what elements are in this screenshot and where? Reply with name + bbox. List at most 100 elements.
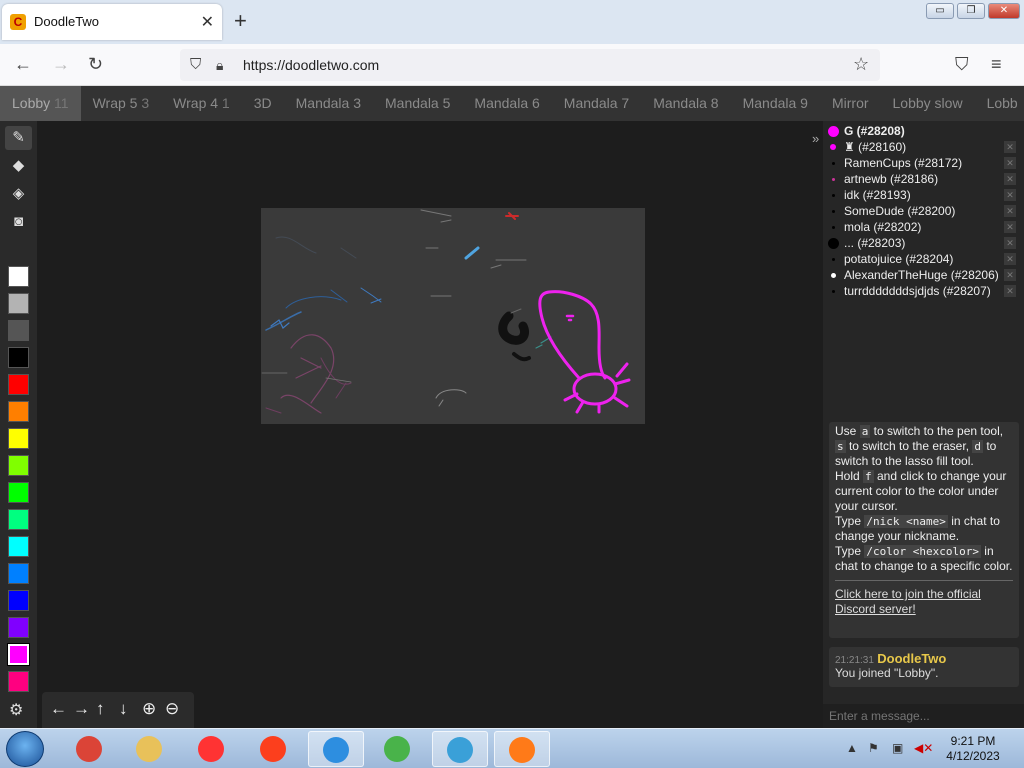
zoom-in-icon[interactable]: ⊕ <box>142 699 156 719</box>
color-swatch[interactable] <box>8 590 29 611</box>
room-tab-3d[interactable]: 3D <box>242 86 284 121</box>
discord-link[interactable]: Click here to join the official Discord … <box>835 587 981 616</box>
taskbar-app-button[interactable] <box>122 731 178 767</box>
shield-icon[interactable]: ⛉ <box>190 55 201 75</box>
room-tab-mandala-6[interactable]: Mandala 6 <box>462 86 551 121</box>
color-swatch[interactable] <box>8 617 29 638</box>
room-tab-wrap-5[interactable]: Wrap 5 3 <box>81 86 162 121</box>
taskbar-app-button[interactable] <box>432 731 488 767</box>
divider <box>835 580 1013 581</box>
settings-gear-icon[interactable]: ⚙ <box>9 700 23 720</box>
doodletwo-favicon-icon: C <box>10 14 26 30</box>
lock-icon[interactable]: 🔒︎ <box>216 55 223 75</box>
pan-right-icon[interactable]: → <box>73 699 90 719</box>
room-tab-mandala-9[interactable]: Mandala 9 <box>731 86 820 121</box>
pen-tool-icon[interactable]: ✎ <box>5 126 32 150</box>
user-name: artnewb (#28186) <box>844 172 939 186</box>
eraser-tool-icon[interactable]: ◆ <box>5 154 32 178</box>
mute-user-close-icon[interactable]: ✕ <box>1004 253 1016 265</box>
mute-user-close-icon[interactable]: ✕ <box>1004 221 1016 233</box>
room-tab-label: Wrap 5 <box>92 95 138 111</box>
menu-icon[interactable]: ≡ <box>991 54 1002 74</box>
room-tab-mandala-8[interactable]: Mandala 8 <box>641 86 730 121</box>
network-icon[interactable]: ▣ <box>892 741 903 755</box>
camera-icon[interactable]: ◙ <box>5 210 32 234</box>
mute-user-close-icon[interactable]: ✕ <box>1004 173 1016 185</box>
zoom-out-icon[interactable]: ⊖ <box>165 699 179 719</box>
back-icon[interactable]: ← <box>14 54 32 74</box>
drawing-canvas-area[interactable] <box>37 121 823 728</box>
system-clock[interactable]: 9:21 PM 4/12/2023 <box>940 734 1006 764</box>
mute-user-close-icon[interactable]: ✕ <box>1004 189 1016 201</box>
taskbar-app-button[interactable] <box>494 731 550 767</box>
room-tab-label: Mandala 3 <box>295 95 362 111</box>
new-tab-button[interactable]: + <box>234 9 247 33</box>
taskbar-app-button[interactable] <box>370 731 426 767</box>
room-tab-mandala-5[interactable]: Mandala 5 <box>373 86 462 121</box>
user-name: RamenCups (#28172) <box>844 156 963 170</box>
tab-close-icon[interactable]: ✕ <box>201 12 214 32</box>
user-name: mola (#28202) <box>844 220 922 234</box>
taskbar-app-button[interactable] <box>308 731 364 767</box>
user-color-dot <box>831 289 835 293</box>
room-tab-mandala-3[interactable]: Mandala 3 <box>284 86 373 121</box>
user-color-dot <box>831 193 835 197</box>
collapse-sidebar-icon[interactable]: » <box>812 131 819 146</box>
start-button[interactable] <box>6 731 44 767</box>
user-color-dot <box>830 272 836 278</box>
color-swatch[interactable] <box>8 536 29 557</box>
mute-user-close-icon[interactable]: ✕ <box>1004 157 1016 169</box>
pan-left-icon[interactable]: ← <box>50 699 67 719</box>
room-tab-mandala-7[interactable]: Mandala 7 <box>552 86 641 121</box>
drawing-canvas[interactable] <box>261 208 645 424</box>
color-swatch[interactable] <box>7 643 30 666</box>
user-name: G (#28208) <box>844 124 905 138</box>
browser-tab[interactable]: C DoodleTwo ✕ <box>2 4 222 40</box>
color-swatch[interactable] <box>8 671 29 692</box>
color-swatch[interactable] <box>8 347 29 368</box>
room-tab-lobb[interactable]: Lobb <box>975 86 1024 121</box>
pan-down-icon[interactable]: ↓ <box>119 699 128 719</box>
color-swatch[interactable] <box>8 374 29 395</box>
mute-user-close-icon[interactable]: ✕ <box>1004 237 1016 249</box>
color-swatch[interactable] <box>8 482 29 503</box>
color-swatch[interactable] <box>8 266 29 287</box>
mute-user-close-icon[interactable]: ✕ <box>1004 269 1016 281</box>
mute-user-close-icon[interactable]: ✕ <box>1004 285 1016 297</box>
mute-user-close-icon[interactable]: ✕ <box>1004 141 1016 153</box>
color-swatch[interactable] <box>8 320 29 341</box>
chat-input[interactable] <box>823 704 1024 728</box>
taskbar-app-button[interactable] <box>246 731 302 767</box>
address-bar[interactable]: ⛉ 🔒︎ https://doodletwo.com ☆ <box>180 49 880 81</box>
color-swatch[interactable] <box>8 455 29 476</box>
user-color-dot <box>831 161 835 165</box>
close-window-button[interactable]: ✕ <box>988 3 1020 19</box>
key-hint: a <box>859 425 871 438</box>
pan-up-icon[interactable]: ↑ <box>96 699 105 719</box>
color-swatch[interactable] <box>8 563 29 584</box>
restore-button[interactable]: ❐ <box>957 3 985 19</box>
room-tab-lobby[interactable]: Lobby 11 <box>0 86 81 121</box>
room-tab-mirror[interactable]: Mirror <box>820 86 881 121</box>
color-swatch[interactable] <box>8 509 29 530</box>
user-color-dot <box>827 237 839 249</box>
minimize-button[interactable]: ▭ <box>926 3 954 19</box>
color-swatch[interactable] <box>8 293 29 314</box>
show-hidden-icons-icon[interactable]: ▲ <box>846 741 858 755</box>
pocket-icon[interactable]: ⛉ <box>955 54 969 74</box>
color-swatch[interactable] <box>8 401 29 422</box>
forward-icon[interactable]: → <box>52 54 70 74</box>
fill-tool-icon[interactable]: ◈ <box>5 182 32 206</box>
url-text[interactable]: https://doodletwo.com <box>243 57 379 73</box>
room-tab-wrap-4[interactable]: Wrap 4 1 <box>161 86 242 121</box>
taskbar-app-button[interactable] <box>62 731 118 767</box>
user-list-item: artnewb (#28186) ✕ <box>823 171 1024 187</box>
action-center-flag-icon[interactable]: ⚑ <box>868 741 879 755</box>
taskbar-app-button[interactable] <box>184 731 240 767</box>
reload-icon[interactable]: ↻ <box>88 54 103 74</box>
volume-muted-icon[interactable]: ◀✕ <box>914 741 933 755</box>
mute-user-close-icon[interactable]: ✕ <box>1004 205 1016 217</box>
room-tab-lobby-slow[interactable]: Lobby slow <box>881 86 975 121</box>
color-swatch[interactable] <box>8 428 29 449</box>
bookmark-star-icon[interactable]: ☆ <box>853 54 869 74</box>
